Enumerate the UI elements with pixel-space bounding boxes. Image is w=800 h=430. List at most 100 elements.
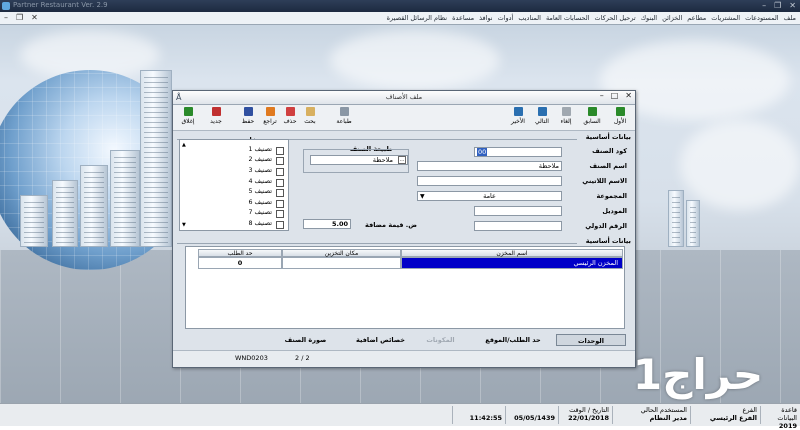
menu-item-posting[interactable]: ترحيل الحركات [595,14,636,22]
window-controls: – ❐ ✕ [762,1,796,10]
menu-item-sms[interactable]: نظام الرسائل القصيرة [387,14,447,22]
record-counter: 2 / 2 [295,354,310,362]
menu-item-purchases[interactable]: المشتريات [711,14,740,22]
building [80,165,108,247]
menu-item-windows[interactable]: نوافذ [479,14,493,22]
app-titlebar: Partner Restaurant Ver. 2.9 – ❐ ✕ [0,0,800,12]
menu-item-restaurants[interactable]: مطاعم [687,14,706,22]
close-button[interactable]: إغلاق [175,107,201,129]
menu-bar: – ❐ ✕ ملف المستودعات المشتريات مطاعم الخ… [0,12,800,25]
save-icon [243,107,253,116]
dialog-tabs: الوحدات حد الطلب/الموقع المكونات خصائص ا… [173,332,635,348]
menu-item-banks[interactable]: البنوك [641,14,657,22]
tab-item-image[interactable]: صورة الصنف [273,334,338,346]
lookup-icon[interactable]: … [398,156,406,164]
undo-icon [265,107,275,116]
mdi-minimize-icon[interactable]: – [4,13,8,22]
added-value-field[interactable]: 5.00 [303,219,351,229]
menu-item-file[interactable]: ملف [784,14,796,22]
save-button[interactable]: حفظ [235,107,261,129]
search-icon [305,107,315,116]
classifications-scrollbar[interactable]: ▲ ▼ [182,142,188,228]
dialog-title: ملف الأصناف [385,93,423,101]
dialog-controls: – □ ✕ [600,91,632,100]
menu-item-treasuries[interactable]: الخزائن [662,14,682,22]
next-record-icon [537,107,547,116]
code-field[interactable]: 00 [474,147,562,157]
last-record-icon [513,107,523,116]
new-record-icon [211,107,221,116]
menu-item-warehouses[interactable]: المستودعات [745,14,779,22]
cell-warehouse[interactable]: المخزن الرئيسي [401,257,623,269]
mdi-controls: – ❐ ✕ [4,13,38,22]
first-button[interactable]: الأول [607,107,633,129]
label-name: اسم الصنف [589,162,627,170]
cloud [330,30,500,90]
chevron-down-icon[interactable]: ▼ [420,192,425,201]
dialog-maximize-icon[interactable]: □ [611,91,619,100]
menu-item-agents[interactable]: المناديب [518,14,541,22]
tab-units[interactable]: الوحدات [556,334,626,346]
status-user: المستخدم الحالي مدير النظام [612,406,690,424]
cancel-button[interactable]: إلغاء [553,107,579,129]
building [668,190,684,247]
label-intl-number: الرقم الدولي [585,222,627,230]
cancel-icon [561,107,571,116]
classification-checkbox[interactable] [276,147,284,155]
dialog-minimize-icon[interactable]: – [600,91,604,100]
prev-button[interactable]: السابق [579,107,605,129]
dialog-titlebar: Å ملف الأصناف – □ ✕ [173,91,635,105]
status-time: 11:42:55 [452,406,505,424]
section-warehouses: بيانات أساسية [585,237,631,245]
item-nature-field[interactable]: ملاحظة … [310,155,408,165]
new-button[interactable]: جديد [203,107,229,129]
delete-icon [285,107,295,116]
scroll-down-icon[interactable]: ▼ [182,222,186,228]
cell-reorder[interactable]: 0 [198,257,282,269]
last-button[interactable]: الأخير [505,107,531,129]
cell-location[interactable] [282,257,401,269]
label-added-value: ض. قيمة مضافة [365,221,418,229]
app-icon [2,2,10,10]
grid-header-reorder[interactable]: حد الطلب [198,249,282,257]
classification-checkbox[interactable] [276,210,284,218]
first-record-icon [615,107,625,116]
menu-item-tools[interactable]: أدوات [498,14,514,22]
menu-item-accounts[interactable]: الحسابات العامة [546,14,590,22]
classification-checkbox[interactable] [276,168,284,176]
classification-checkbox[interactable] [276,179,284,187]
name-field[interactable]: ملاحظة [417,161,562,171]
close-icon[interactable]: ✕ [789,1,796,10]
mdi-restore-icon[interactable]: ❐ [16,13,23,22]
exit-icon [183,107,193,116]
grid-header-location[interactable]: مكان التخزين [282,249,401,257]
tab-components[interactable]: المكونات [413,334,468,346]
classification-checkbox[interactable] [276,221,284,229]
scroll-up-icon[interactable]: ▲ [182,142,186,148]
classification-checkbox[interactable] [276,157,284,165]
status-date-gregorian: التاريخ / الوقت 22/01/2018 [558,406,612,424]
group-value: عامة [483,192,496,200]
label-group: المجموعة [596,192,627,200]
group-select[interactable]: عامة ▼ [417,191,562,201]
classification-checkbox[interactable] [276,189,284,197]
model-field[interactable] [474,206,562,216]
menu-item-help[interactable]: مساعدة [452,14,474,22]
app-title: Partner Restaurant Ver. 2.9 [13,1,108,9]
latin-name-field[interactable] [417,176,562,186]
mdi-close-icon[interactable]: ✕ [31,13,38,22]
maximize-icon[interactable]: ❐ [774,1,781,10]
minimize-icon[interactable]: – [762,1,766,10]
label-code: كود الصنف [592,147,627,155]
items-dialog: Å ملف الأصناف – □ ✕ الأول السابق إلغاء ا… [172,90,636,368]
print-button[interactable]: طباعة [331,107,357,129]
dialog-close-icon[interactable]: ✕ [625,91,632,100]
intl-number-field[interactable] [474,221,562,231]
grid-header-warehouse[interactable]: اسم المخزن [401,249,623,257]
tab-reorder-location[interactable]: حد الطلب/الموقع [473,334,553,346]
classification-checkbox[interactable] [276,200,284,208]
next-button[interactable]: التالي [529,107,555,129]
dialog-statusbar: 2 / 2 WND0203 [173,350,635,367]
dialog-toolbar: الأول السابق إلغاء التالي الأخير طباعة ب… [173,105,635,131]
tab-extra-properties[interactable]: خصائص اضافية [348,334,413,346]
